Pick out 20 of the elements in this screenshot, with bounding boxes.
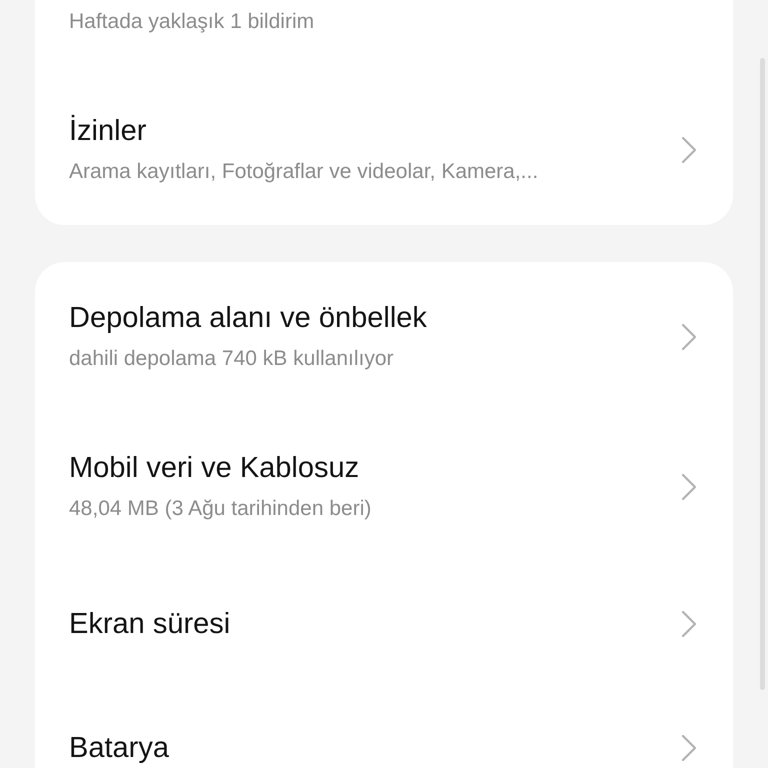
settings-item[interactable]: Ekran süresi bbox=[35, 562, 733, 686]
item-title: İzinler bbox=[69, 114, 148, 149]
settings-item[interactable]: Depolama alanı ve önbellek dahili depolama 740 kB kullanılıyor bbox=[35, 262, 733, 412]
item-subtitle: Arama kayıtları, Fotoğraflar ve videolar, Kamera,... bbox=[69, 159, 540, 185]
chevron-right-icon bbox=[681, 734, 697, 762]
item-subtitle: dahili depolama 740 kB kullanılıyor bbox=[69, 346, 395, 372]
item-subtitle: 48,04 MB (3 Ağu tarihinden beri) bbox=[69, 496, 372, 522]
scrollbar[interactable] bbox=[760, 58, 765, 690]
chevron-right-icon bbox=[681, 136, 697, 164]
settings-item[interactable]: İzinler Arama kayıtları, Fotoğraflar ve videolar, Kamera,... bbox=[35, 75, 733, 225]
item-title: Ekran süresi bbox=[69, 607, 232, 642]
item-title: Mobil veri ve Kablosuz bbox=[69, 451, 360, 486]
settings-item[interactable]: Mobil veri ve Kablosuz 48,04 MB (3 Ağu tarihinden beri) bbox=[35, 412, 733, 562]
settings-item[interactable]: Batarya bbox=[35, 686, 733, 768]
item-title: Depolama alanı ve önbellek bbox=[69, 301, 428, 336]
chevron-right-icon bbox=[681, 610, 697, 638]
item-subtitle: Haftada yaklaşık 1 bildirim bbox=[69, 9, 316, 35]
chevron-right-icon bbox=[681, 323, 697, 351]
chevron-right-icon bbox=[681, 473, 697, 501]
item-title: Batarya bbox=[69, 731, 170, 766]
